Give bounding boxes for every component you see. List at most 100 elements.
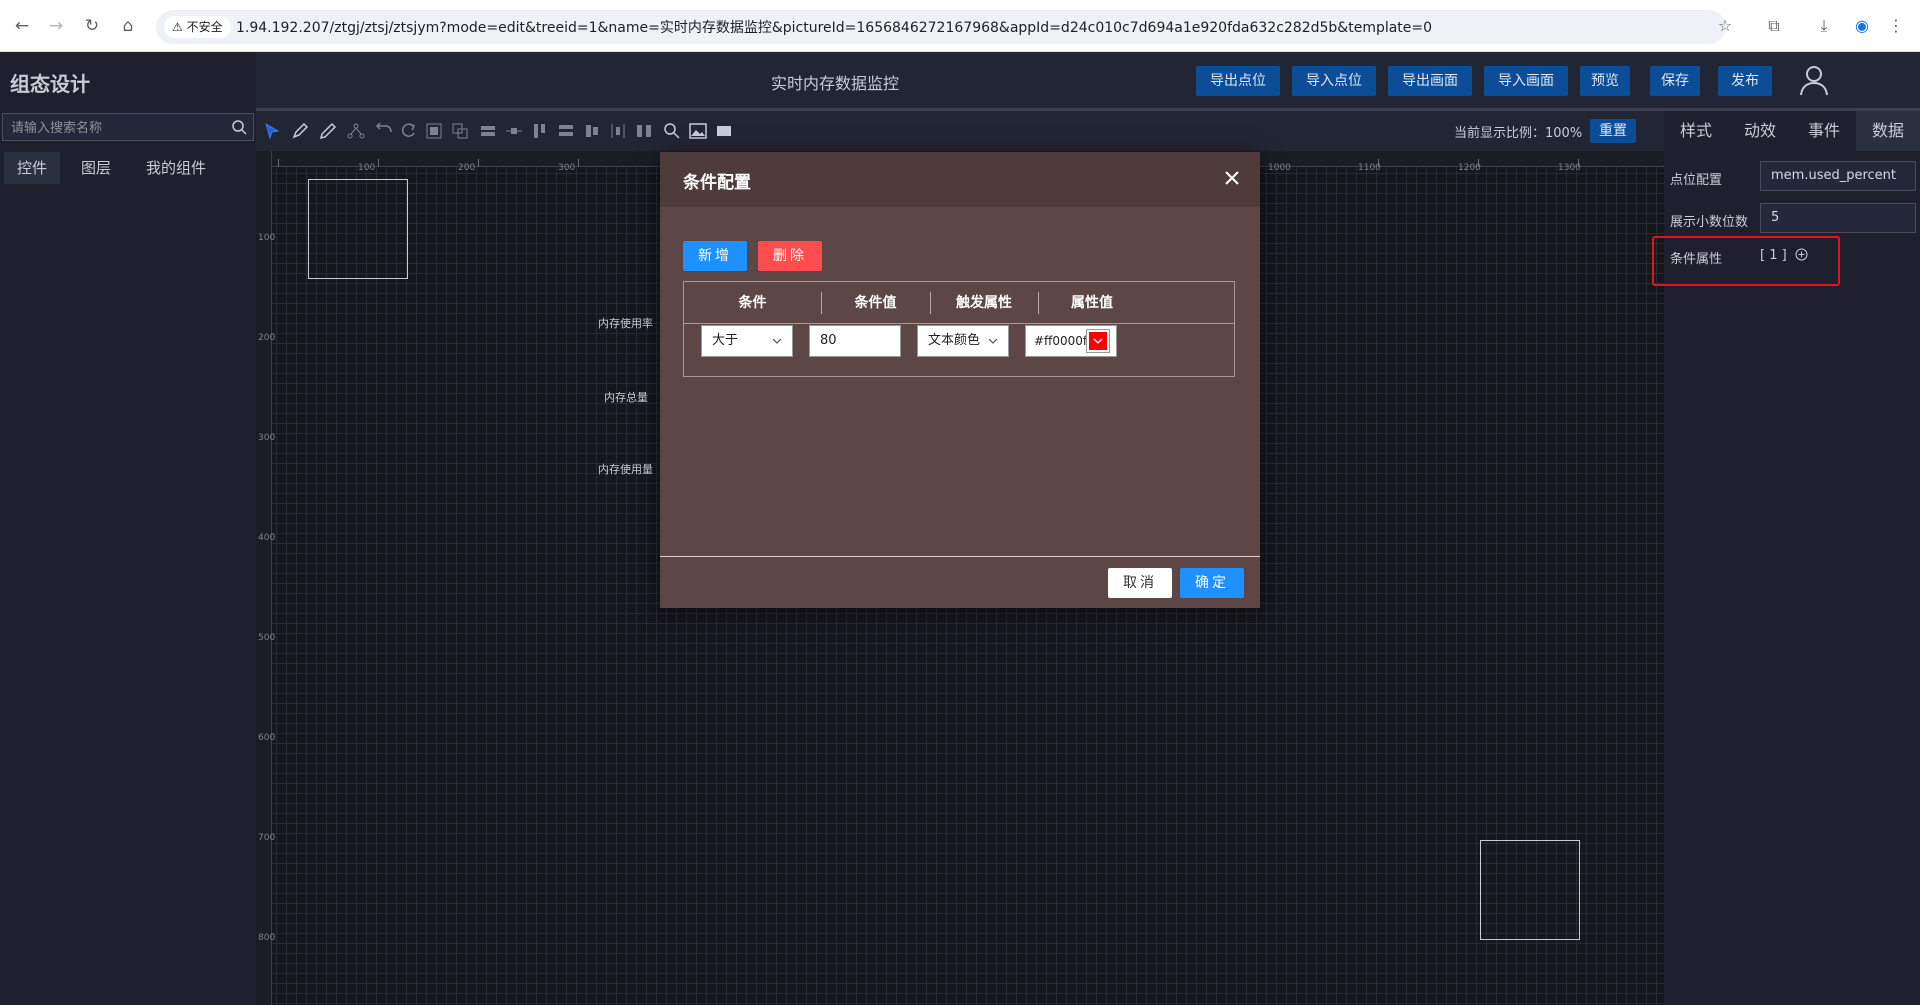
ruler-number: 700 <box>258 833 276 843</box>
tab-events[interactable]: 事件 <box>1792 111 1856 151</box>
tab-layers[interactable]: 图层 <box>68 152 124 184</box>
highlight-box <box>1652 236 1840 286</box>
reset-scale-button[interactable]: 重置 <box>1590 119 1636 143</box>
chevron-down-icon <box>988 338 998 344</box>
canvas-component[interactable] <box>308 179 408 279</box>
ruler-tick <box>278 159 279 167</box>
align-middle-icon[interactable] <box>504 121 524 141</box>
select-arrow-icon[interactable] <box>262 121 282 141</box>
condition-select-value: 大于 <box>712 333 739 348</box>
forward-icon[interactable]: → <box>44 14 68 38</box>
back-icon[interactable]: ← <box>10 14 34 38</box>
security-label: 不安全 <box>186 20 223 34</box>
distribute-h-icon[interactable] <box>608 121 628 141</box>
browser-chrome: ← → ↻ ⌂ ⚠ 不安全 1.94.192.207/ztgj/ztsj/zts… <box>0 0 1920 52</box>
bookmark-star-icon[interactable]: ☆ <box>1713 14 1737 38</box>
align-center-icon[interactable] <box>582 121 602 141</box>
profile-icon[interactable]: ◉ <box>1850 14 1874 38</box>
ruler-number: 500 <box>258 633 276 643</box>
save-button[interactable]: 保存 <box>1650 66 1700 96</box>
canvas-text-label[interactable]: 内存使用量 <box>598 461 653 477</box>
zoom-icon[interactable] <box>662 121 682 141</box>
column-header: 条件值 <box>854 295 897 311</box>
publish-button[interactable]: 发布 <box>1718 66 1772 96</box>
redo-icon[interactable] <box>398 121 418 141</box>
color-swatch <box>1089 332 1107 350</box>
distribute-v-icon[interactable] <box>634 121 654 141</box>
close-icon[interactable] <box>1220 166 1244 190</box>
ruler-number: 100 <box>358 163 376 173</box>
search-input[interactable] <box>11 118 221 138</box>
confirm-button[interactable]: 确定 <box>1180 568 1244 598</box>
menu-dots-icon[interactable]: ⋮ <box>1884 14 1908 38</box>
ruler-number: 300 <box>558 163 576 173</box>
extensions-icon[interactable]: ⧉ <box>1762 14 1786 38</box>
ruler-number: 100 <box>258 233 276 243</box>
point-config-field[interactable]: mem.used_percent <box>1760 161 1916 191</box>
attr-value-text: #ff0000ff <box>1034 334 1092 348</box>
delete-condition-button[interactable]: 删除 <box>758 241 822 271</box>
node-icon[interactable] <box>346 121 366 141</box>
rectangle-icon[interactable] <box>714 121 734 141</box>
search-icon[interactable] <box>231 119 247 135</box>
decimal-places-field[interactable]: 5 <box>1760 203 1916 233</box>
address-bar[interactable]: ⚠ 不安全 1.94.192.207/ztgj/ztsj/ztsjym?mode… <box>156 10 1726 44</box>
table-header: 条件 条件值 触发属性 属性值 <box>684 282 1234 324</box>
ruler-number: 200 <box>458 163 476 173</box>
column-header: 条件 <box>738 295 767 311</box>
ruler-number: 400 <box>258 533 276 543</box>
trigger-attr-select[interactable]: 文本颜色 <box>917 325 1009 357</box>
group-icon[interactable] <box>424 121 444 141</box>
ruler-number: 1300 <box>1558 163 1581 173</box>
canvas-text-label[interactable]: 内存总量 <box>604 389 648 405</box>
url-text[interactable]: 1.94.192.207/ztgj/ztsj/ztsjym?mode=edit&… <box>236 17 1432 37</box>
cancel-button[interactable]: 取消 <box>1108 568 1172 598</box>
brand-area: 组态设计 <box>0 52 256 110</box>
condition-select[interactable]: 大于 <box>701 325 793 357</box>
import-points-button[interactable]: 导入点位 <box>1292 66 1376 96</box>
home-icon[interactable]: ⌂ <box>116 14 140 38</box>
pencil-icon[interactable] <box>318 121 338 141</box>
chevron-down-icon <box>1093 338 1103 344</box>
canvas-text-label[interactable]: 内存使用率 <box>598 315 653 331</box>
editor-toolbar: 当前显示比例：100% 重置 <box>256 111 1664 151</box>
ruler-number: 600 <box>258 733 276 743</box>
condition-value-input[interactable]: 80 <box>809 325 901 357</box>
add-condition-button[interactable]: 新增 <box>683 241 747 271</box>
pen-icon[interactable] <box>290 121 310 141</box>
color-picker[interactable] <box>1086 329 1110 353</box>
tab-data[interactable]: 数据 <box>1856 111 1920 151</box>
brand-title: 组态设计 <box>10 72 90 96</box>
align-top-icon[interactable] <box>478 121 498 141</box>
reload-icon[interactable]: ↻ <box>80 14 104 38</box>
undo-icon[interactable] <box>374 121 394 141</box>
canvas-component[interactable] <box>1480 840 1580 940</box>
trigger-attr-select-value: 文本颜色 <box>928 333 981 348</box>
condition-config-dialog: 条件配置 新增 删除 条件 条件值 触发属性 属性值 大于 80 文本颜色 #f… <box>660 152 1260 608</box>
ungroup-icon[interactable] <box>450 121 470 141</box>
ruler-number: 200 <box>258 333 276 343</box>
user-icon[interactable] <box>1796 62 1832 98</box>
ruler-number: 300 <box>258 433 276 443</box>
dialog-footer-divider <box>660 556 1260 557</box>
image-icon[interactable] <box>688 121 708 141</box>
security-badge[interactable]: ⚠ 不安全 <box>164 16 231 38</box>
import-screen-button[interactable]: 导入画面 <box>1484 66 1568 96</box>
column-header: 触发属性 <box>956 295 1012 311</box>
align-left-icon[interactable] <box>530 121 550 141</box>
tab-controls[interactable]: 控件 <box>4 152 60 184</box>
decimal-places-label: 展示小数位数 <box>1670 215 1749 230</box>
preview-button[interactable]: 预览 <box>1580 66 1630 96</box>
tab-animation[interactable]: 动效 <box>1728 111 1792 151</box>
point-config-label: 点位配置 <box>1670 173 1723 188</box>
tab-my-components[interactable]: 我的组件 <box>134 152 218 184</box>
app-header: 组态设计 实时内存数据监控 导出点位 导入点位 导出画面 导入画面 预览 保存 … <box>0 52 1920 110</box>
attr-value-field[interactable]: #ff0000ff <box>1025 325 1117 357</box>
export-screen-button[interactable]: 导出画面 <box>1388 66 1472 96</box>
download-icon[interactable]: ⤓ <box>1812 14 1836 38</box>
page-title: 实时内存数据监控 <box>771 74 900 93</box>
tab-style[interactable]: 样式 <box>1664 111 1728 151</box>
align-bottom-icon[interactable] <box>556 121 576 141</box>
ruler-tick <box>578 159 579 167</box>
export-points-button[interactable]: 导出点位 <box>1196 66 1280 96</box>
